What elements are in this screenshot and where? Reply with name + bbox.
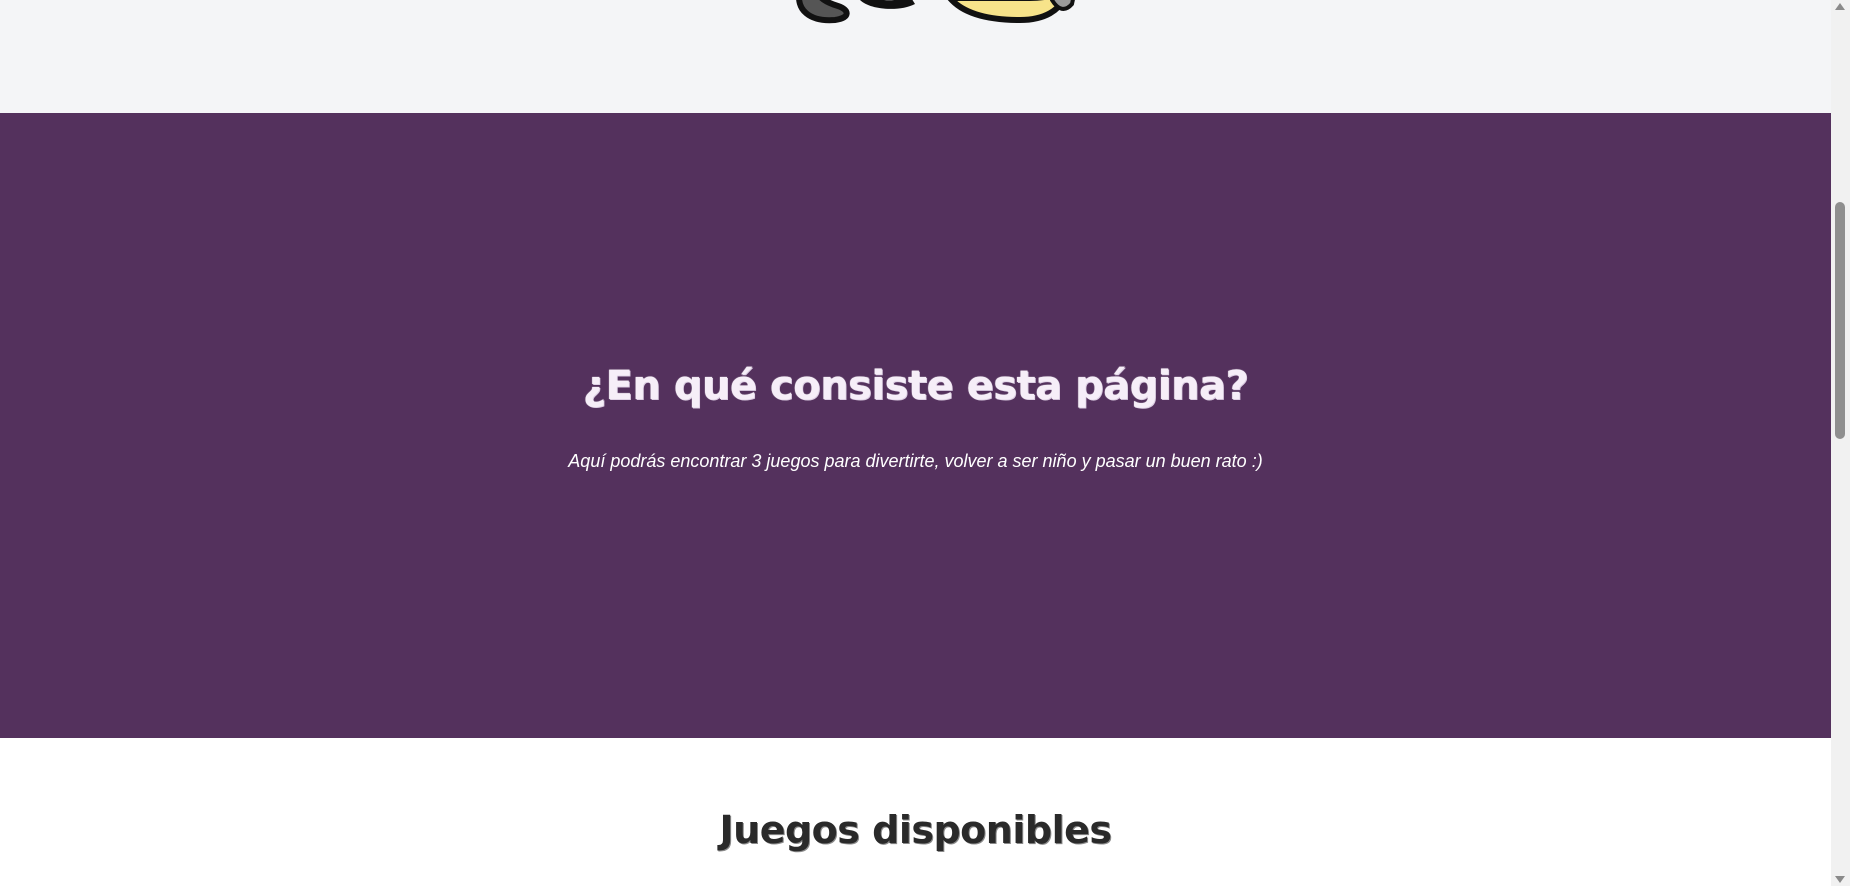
about-description: Aquí podrás encontrar 3 juegos para dive… bbox=[568, 451, 1263, 471]
hero-section bbox=[0, 0, 1831, 113]
about-section: ¿En qué consiste esta página? Aquí podrá… bbox=[0, 113, 1831, 738]
scrollbar-thumb[interactable] bbox=[1835, 202, 1845, 439]
scroll-up-arrow-icon[interactable] bbox=[1835, 3, 1845, 10]
cartoon-character-icon bbox=[796, 0, 1075, 24]
games-title: Juegos disponibles bbox=[719, 808, 1112, 852]
games-section: Juegos disponibles bbox=[0, 738, 1831, 886]
vertical-scrollbar[interactable] bbox=[1831, 0, 1850, 886]
about-title: ¿En qué consiste esta página? bbox=[582, 363, 1249, 409]
page: ¿En qué consiste esta página? Aquí podrá… bbox=[0, 0, 1850, 886]
page-content: ¿En qué consiste esta página? Aquí podrá… bbox=[0, 0, 1831, 886]
scroll-down-arrow-icon[interactable] bbox=[1835, 876, 1845, 883]
